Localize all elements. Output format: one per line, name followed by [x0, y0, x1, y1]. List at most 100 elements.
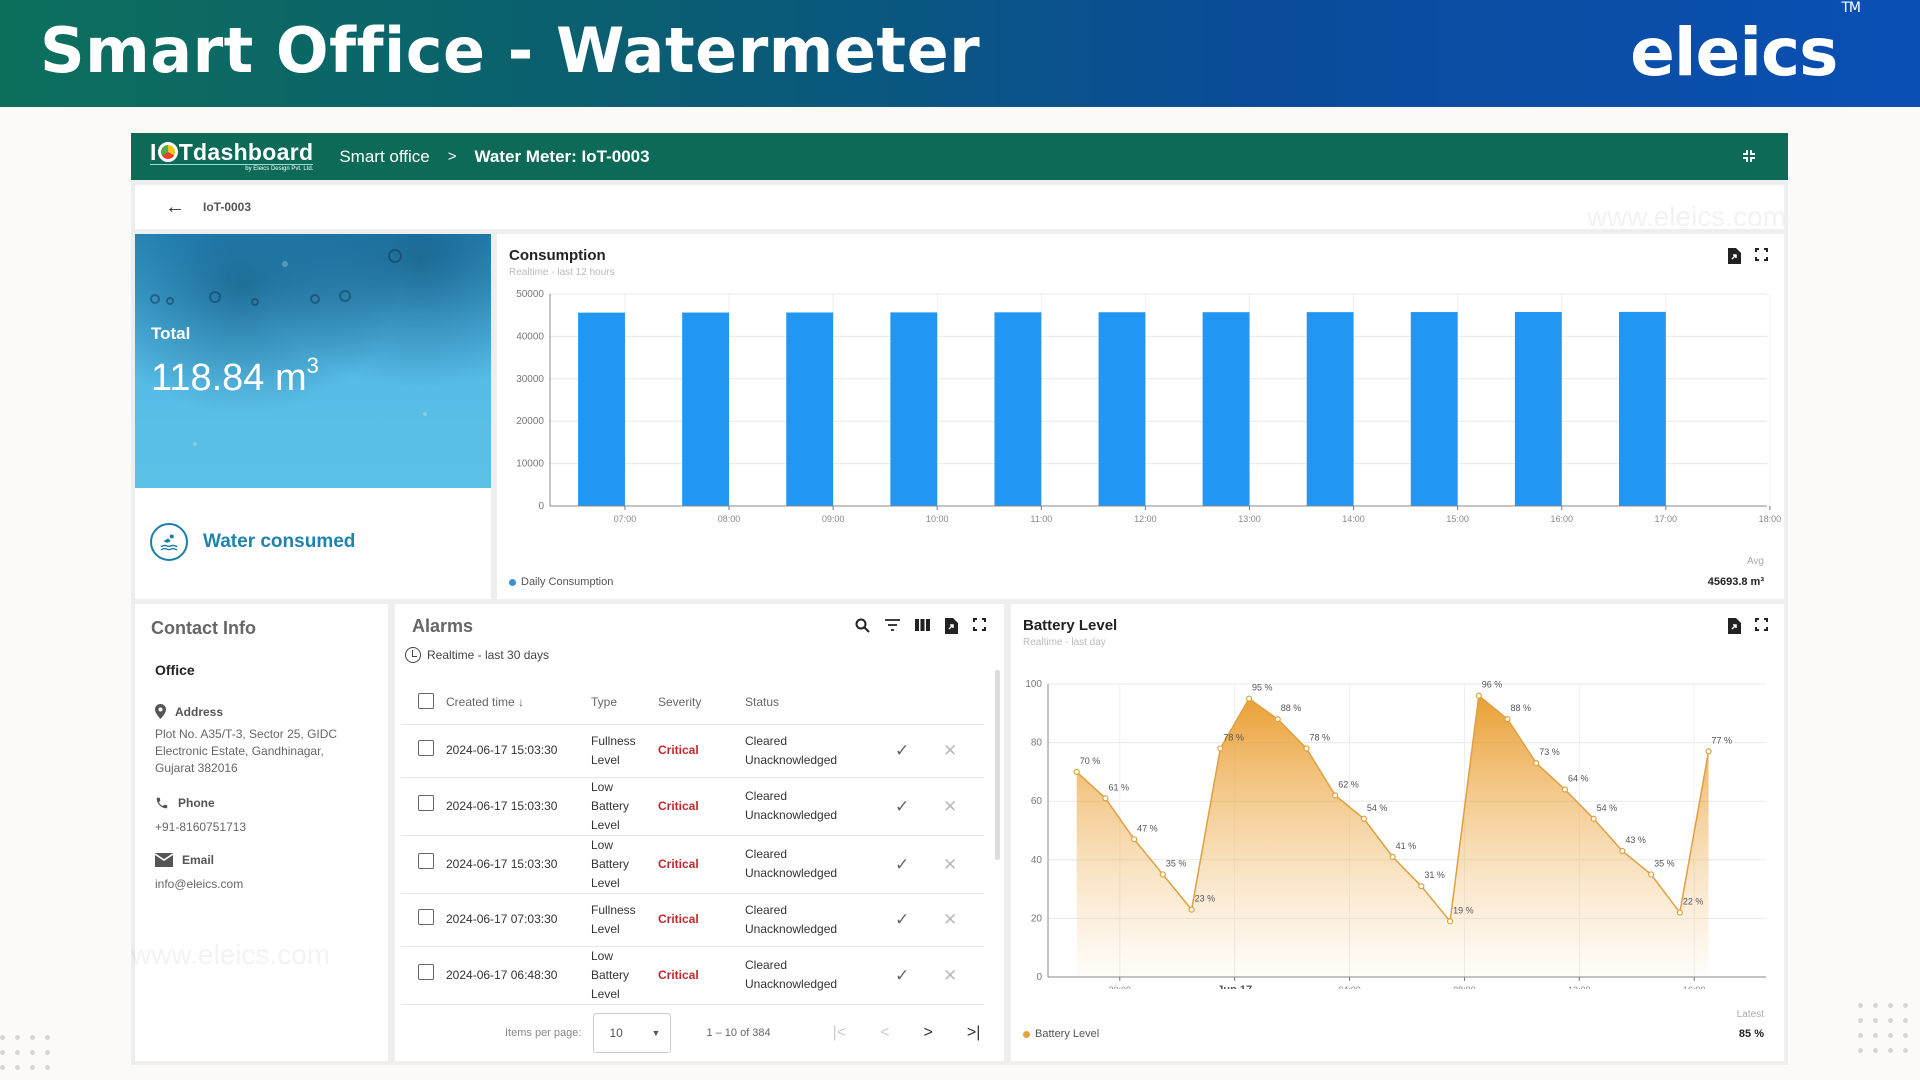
email-value[interactable]: info@eleics.com: [155, 876, 370, 893]
alarms-timewindow[interactable]: Realtime - last 30 days: [405, 647, 549, 663]
clear-icon[interactable]: ✕: [943, 835, 984, 894]
clear-icon[interactable]: ✕: [943, 893, 984, 947]
row-checkbox[interactable]: [418, 908, 434, 925]
col-status[interactable]: Status: [745, 681, 895, 725]
table-row[interactable]: 2024-06-17 07:03:30 Fullness Level Critic…: [401, 893, 984, 947]
cell-status: Cleared Unacknowledged: [745, 893, 895, 947]
battery-data-label: 54 %: [1597, 803, 1618, 813]
prev-page-button[interactable]: <: [880, 1024, 889, 1042]
battery-data-label: 62 %: [1338, 779, 1359, 789]
acknowledge-icon[interactable]: ✓: [895, 777, 943, 836]
legend-dot: [1023, 1030, 1030, 1038]
cell-created-time: 2024-06-17 07:03:30: [446, 893, 591, 947]
cell-status: Cleared Unacknowledged: [745, 724, 895, 778]
battery-data-label: 70 %: [1080, 756, 1101, 766]
alarms-card: Alarms Realtime - last 30 days Created t…: [395, 604, 1004, 1061]
items-per-page-label: Items per page:: [505, 1026, 582, 1039]
battery-data-label: 35 %: [1654, 858, 1675, 868]
battery-data-label: 61 %: [1108, 782, 1129, 792]
acknowledge-icon[interactable]: ✓: [895, 835, 943, 894]
legend-label: Daily Consumption: [521, 576, 614, 588]
iotdashboard-logo[interactable]: I Tdashboard by Eleics Design Pvt. Ltd.: [150, 141, 314, 172]
battery-point: [1590, 815, 1597, 822]
battery-data-label: 95 %: [1252, 683, 1273, 693]
consumption-bar: [786, 312, 834, 506]
battery-data-label: 64 %: [1568, 773, 1589, 783]
export-file-icon[interactable]: [1728, 248, 1741, 268]
consumption-legend[interactable]: Daily Consumption: [509, 576, 613, 588]
alarms-title: Alarms: [412, 616, 474, 636]
x-tick-label: 12:00: [1134, 514, 1157, 524]
first-page-button[interactable]: |<: [833, 1024, 847, 1042]
columns-icon[interactable]: [915, 618, 930, 637]
next-page-button[interactable]: >: [924, 1024, 933, 1042]
battery-point: [1217, 745, 1224, 752]
battery-data-label: 31 %: [1424, 870, 1445, 880]
row-checkbox[interactable]: [418, 964, 434, 980]
legend-label: Battery Level: [1035, 1028, 1100, 1040]
trademark: TM: [1841, 0, 1861, 16]
consumption-bar: [682, 312, 730, 506]
battery-data-label: 78 %: [1309, 732, 1330, 742]
latest-value: 85 %: [1738, 1028, 1764, 1040]
fullscreen-icon[interactable]: [1755, 248, 1768, 268]
table-row[interactable]: 2024-06-17 06:48:30 Low Battery Level Crit…: [401, 946, 984, 1005]
battery-point: [1504, 716, 1511, 723]
battery-point: [1389, 853, 1396, 860]
col-created-time[interactable]: Created time ↓: [446, 681, 591, 725]
breadcrumb-smart-office[interactable]: Smart office: [339, 147, 429, 167]
acknowledge-icon[interactable]: ✓: [895, 946, 943, 1005]
export-file-icon[interactable]: [1728, 618, 1741, 638]
battery-data-label: 23 %: [1195, 894, 1216, 904]
x-tick-label: 16:00: [1550, 514, 1573, 524]
y-tick-label: 60: [1031, 796, 1043, 807]
table-row[interactable]: 2024-06-17 15:03:30 Low Battery Level Crit…: [401, 777, 984, 836]
battery-point: [1648, 871, 1655, 878]
row-checkbox[interactable]: [418, 739, 434, 756]
x-tick-label: 17:00: [1655, 514, 1678, 524]
table-scrollbar[interactable]: [995, 670, 1000, 860]
x-tick-label: 08:00: [1453, 985, 1476, 989]
battery-point: [1131, 836, 1138, 843]
battery-subtitle: Realtime - last day: [1023, 637, 1106, 648]
clear-icon[interactable]: ✕: [943, 946, 984, 1005]
cell-type: Fullness Level: [591, 893, 658, 947]
battery-data-label: 96 %: [1482, 680, 1503, 690]
clear-icon[interactable]: ✕: [943, 777, 984, 836]
consumption-bar: [994, 312, 1042, 506]
address-header: Address: [155, 704, 223, 719]
cell-created-time: 2024-06-17 06:48:30: [446, 946, 591, 1005]
items-per-page-select[interactable]: 10 ▼: [593, 1012, 672, 1053]
clear-icon[interactable]: ✕: [943, 724, 984, 778]
table-header-row: Created time ↓ Type Severity Status: [401, 681, 984, 725]
table-row[interactable]: 2024-06-17 15:03:30 Fullness Level Critic…: [401, 724, 984, 778]
export-file-icon[interactable]: [945, 618, 958, 637]
swimmer-icon: [150, 523, 188, 561]
battery-data-label: 54 %: [1367, 803, 1388, 813]
battery-legend[interactable]: Battery Level: [1023, 1028, 1099, 1040]
y-tick-label: 20000: [516, 416, 544, 427]
fullscreen-icon[interactable]: [1755, 618, 1768, 638]
col-severity[interactable]: Severity: [658, 681, 745, 725]
alarms-table: Created time ↓ Type Severity Status 2024…: [401, 681, 984, 1005]
battery-point: [1475, 692, 1482, 699]
arrow-left-icon[interactable]: ←: [165, 196, 185, 219]
battery-point: [1188, 906, 1195, 913]
filter-icon[interactable]: [885, 618, 900, 637]
row-checkbox[interactable]: [418, 795, 434, 811]
acknowledge-icon[interactable]: ✓: [895, 893, 943, 947]
select-all-checkbox[interactable]: [418, 692, 434, 709]
acknowledge-icon[interactable]: ✓: [895, 724, 943, 778]
dropdown-arrow-icon: ▼: [651, 1027, 661, 1038]
sort-desc-icon: ↓: [518, 695, 525, 710]
last-page-button[interactable]: >|: [967, 1024, 981, 1042]
fullscreen-exit-icon[interactable]: [1742, 149, 1756, 163]
fullscreen-icon[interactable]: [973, 618, 986, 637]
search-icon[interactable]: [855, 618, 870, 637]
battery-level-card: Battery Level Realtime - last day 0 20 40 6…: [1011, 604, 1784, 1061]
phone-value[interactable]: +91-8160751713: [155, 819, 370, 836]
row-checkbox[interactable]: [418, 853, 434, 869]
table-row[interactable]: 2024-06-17 15:03:30 Low Battery Level Crit…: [401, 835, 984, 894]
col-type[interactable]: Type: [591, 681, 658, 725]
cell-created-time: 2024-06-17 15:03:30: [446, 835, 591, 894]
